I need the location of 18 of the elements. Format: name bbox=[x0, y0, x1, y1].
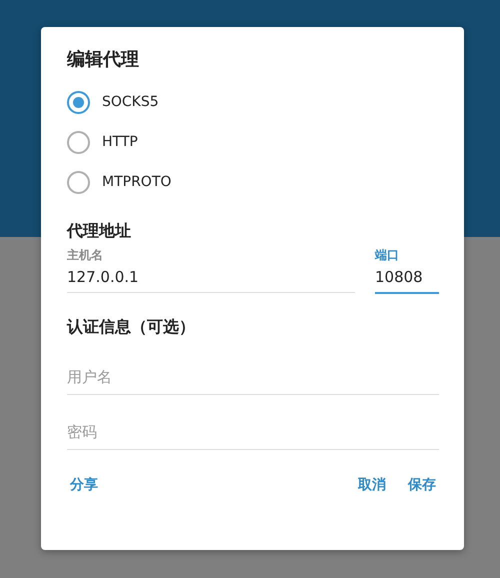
port-field[interactable]: 10808 bbox=[375, 264, 439, 294]
dialog-title: 编辑代理 bbox=[67, 48, 140, 72]
field-label: 主机名 bbox=[67, 247, 104, 264]
username-field[interactable]: 用户名 bbox=[67, 360, 439, 395]
radio-button[interactable] bbox=[67, 130, 90, 154]
radio-button[interactable] bbox=[67, 90, 90, 114]
field-label: 端口 bbox=[375, 247, 400, 264]
cancel-button[interactable]: 取消 bbox=[355, 472, 389, 498]
radio-label[interactable]: MTPROTO bbox=[102, 174, 172, 190]
host-field[interactable]: 127.0.0.1 bbox=[67, 264, 355, 293]
password-field[interactable]: 密码 bbox=[67, 415, 439, 450]
save-button[interactable]: 保存 bbox=[405, 472, 439, 498]
radio-label[interactable]: HTTP bbox=[102, 134, 138, 150]
share-button[interactable]: 分享 bbox=[67, 472, 101, 498]
radio-button[interactable] bbox=[67, 170, 90, 194]
radio-label[interactable]: SOCKS5 bbox=[102, 94, 159, 110]
section-heading: 认证信息（可选） bbox=[67, 316, 196, 338]
section-heading: 代理地址 bbox=[67, 220, 132, 242]
